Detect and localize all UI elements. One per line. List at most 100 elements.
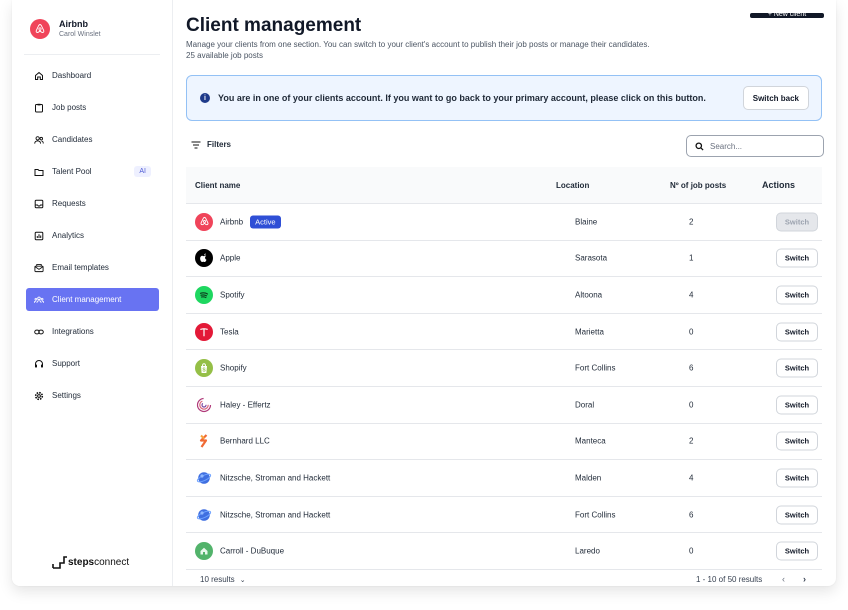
link-icon (34, 327, 44, 337)
table-row: S Shopify Fort Collins 6 Switch (186, 350, 822, 387)
client-name-cell: Airbnb Active (220, 215, 281, 229)
sidebar-item-client-management[interactable]: Client management (26, 288, 159, 311)
page-size-select[interactable]: 10 results ⌄ (200, 575, 246, 584)
client-name: Apple (220, 253, 241, 263)
switch-button[interactable]: Switch (776, 322, 818, 342)
app-window: Airbnb Carol Winslet Dashboard Job posts… (12, 0, 836, 586)
client-name: Tesla (220, 327, 239, 337)
column-job-posts[interactable]: Nº of job posts (670, 181, 726, 190)
sidebar-item-label: Support (52, 359, 81, 368)
table-row: Nitzsche, Stroman and Hackett Malden 4 S… (186, 460, 822, 497)
logo-text-regular: connect (94, 556, 130, 568)
banner-message: You are in one of your clients account. … (218, 93, 706, 103)
user-name: Carol Winslet (59, 31, 101, 38)
table-row: Airbnb Active Blaine 2 Switch (186, 204, 822, 241)
column-location[interactable]: Location (556, 181, 589, 190)
globe-logo-icon (195, 506, 213, 524)
chart-icon (34, 231, 44, 241)
globe-logo-icon (195, 469, 213, 487)
jobs-cell: 6 (689, 510, 694, 520)
client-name: Shopify (220, 363, 247, 373)
logo-text-bold: steps (68, 556, 95, 568)
client-name-cell: Spotify (220, 290, 244, 299)
location-cell: Malden (575, 473, 602, 483)
jobs-cell: 1 (689, 253, 694, 263)
jobs-cell: 0 (689, 327, 694, 337)
client-name-cell: Nitzsche, Stroman and Hackett (220, 473, 330, 482)
sidebar-item-label: Integrations (52, 327, 94, 336)
airbnb-logo-icon (195, 212, 213, 231)
search-box[interactable] (686, 135, 824, 157)
jobs-cell: 2 (689, 436, 694, 446)
table-row: Spotify Altoona 4 Switch (186, 277, 822, 314)
sidebar-nav: Dashboard Job posts Candidates Talent Po… (26, 64, 159, 416)
sidebar-item-requests[interactable]: Requests (26, 192, 159, 215)
headset-icon (34, 359, 44, 369)
previous-page-button[interactable]: ‹ (782, 574, 785, 584)
switch-button[interactable]: Switch (776, 505, 818, 525)
sidebar: Airbnb Carol Winslet Dashboard Job posts… (12, 0, 173, 586)
next-page-button[interactable]: › (803, 574, 806, 584)
search-input[interactable] (710, 141, 810, 151)
sidebar-item-analytics[interactable]: Analytics (26, 224, 159, 247)
switch-button[interactable]: Switch (776, 248, 818, 268)
sidebar-item-integrations[interactable]: Integrations (26, 320, 159, 343)
client-name: Haley - Effertz (220, 400, 271, 410)
table-row: Nitzsche, Stroman and Hackett Fort Colli… (186, 497, 822, 534)
sidebar-item-settings[interactable]: Settings (26, 384, 159, 407)
users-icon (34, 135, 44, 145)
shopify-logo-icon: S (195, 359, 213, 378)
client-name: Carroll - DuBuque (220, 546, 285, 556)
column-actions: Actions (762, 180, 796, 190)
sidebar-item-label: Candidates (52, 135, 93, 144)
sidebar-item-candidates[interactable]: Candidates (26, 128, 159, 151)
location-cell: Blaine (575, 217, 598, 227)
location-cell: Altoona (575, 290, 603, 300)
bernhard-logo-icon (195, 432, 213, 450)
switch-button[interactable]: Switch (776, 395, 818, 415)
jobs-cell: 2 (689, 217, 694, 227)
sidebar-item-label: Analytics (52, 231, 85, 240)
sidebar-item-dashboard[interactable]: Dashboard (26, 64, 159, 87)
location-cell: Marietta (575, 327, 604, 337)
sidebar-item-support[interactable]: Support (26, 352, 159, 375)
jobs-cell: 6 (689, 363, 694, 373)
sidebar-item-email-templates[interactable]: Email templates (26, 256, 159, 279)
switch-back-button[interactable]: Switch back (742, 86, 809, 110)
ai-badge: AI (134, 166, 151, 177)
switch-button[interactable]: Switch (776, 431, 818, 451)
sidebar-item-label: Job posts (52, 103, 87, 112)
sidebar-item-job-posts[interactable]: Job posts (26, 96, 159, 119)
table-row: Bernhard LLC Manteca 2 Switch (186, 424, 822, 461)
filters-label: Filters (207, 140, 232, 149)
sidebar-item-label: Client management (52, 295, 122, 304)
client-name: Nitzsche, Stroman and Hackett (220, 510, 331, 520)
client-name: Airbnb (220, 217, 244, 227)
switch-button[interactable]: Switch (776, 358, 818, 378)
mail-icon (34, 263, 44, 273)
steps-icon (52, 556, 67, 569)
main-content: Client management Manage your clients fr… (186, 0, 824, 586)
client-name-cell: Tesla (220, 327, 239, 336)
results-range: 1 - 10 of 50 results (696, 575, 763, 584)
team-icon (34, 295, 44, 305)
brand-name: Airbnb (59, 19, 88, 29)
jobs-cell: 4 (689, 290, 694, 300)
account-switcher[interactable]: Airbnb Carol Winslet (30, 18, 101, 40)
column-client-name[interactable]: Client name (195, 181, 240, 190)
page-title: Client management (186, 15, 362, 36)
sidebar-item-talent-pool[interactable]: Talent Pool AI (26, 160, 159, 183)
location-cell: Fort Collins (575, 510, 616, 520)
search-icon (695, 141, 704, 151)
table-row: Haley - Effertz Doral 0 Switch (186, 387, 822, 424)
sidebar-item-label: Settings (52, 391, 81, 400)
switch-button[interactable]: Switch (776, 541, 818, 561)
filters-button[interactable]: Filters (191, 140, 231, 149)
switch-button[interactable]: Switch (776, 285, 818, 305)
apple-logo-icon (195, 249, 213, 268)
switch-button[interactable]: Switch (776, 468, 818, 488)
new-client-button[interactable]: + New client (750, 13, 824, 18)
page-size-label: 10 results (200, 575, 235, 584)
jobs-cell: 0 (689, 400, 694, 410)
switch-button[interactable]: Switch (776, 212, 818, 232)
